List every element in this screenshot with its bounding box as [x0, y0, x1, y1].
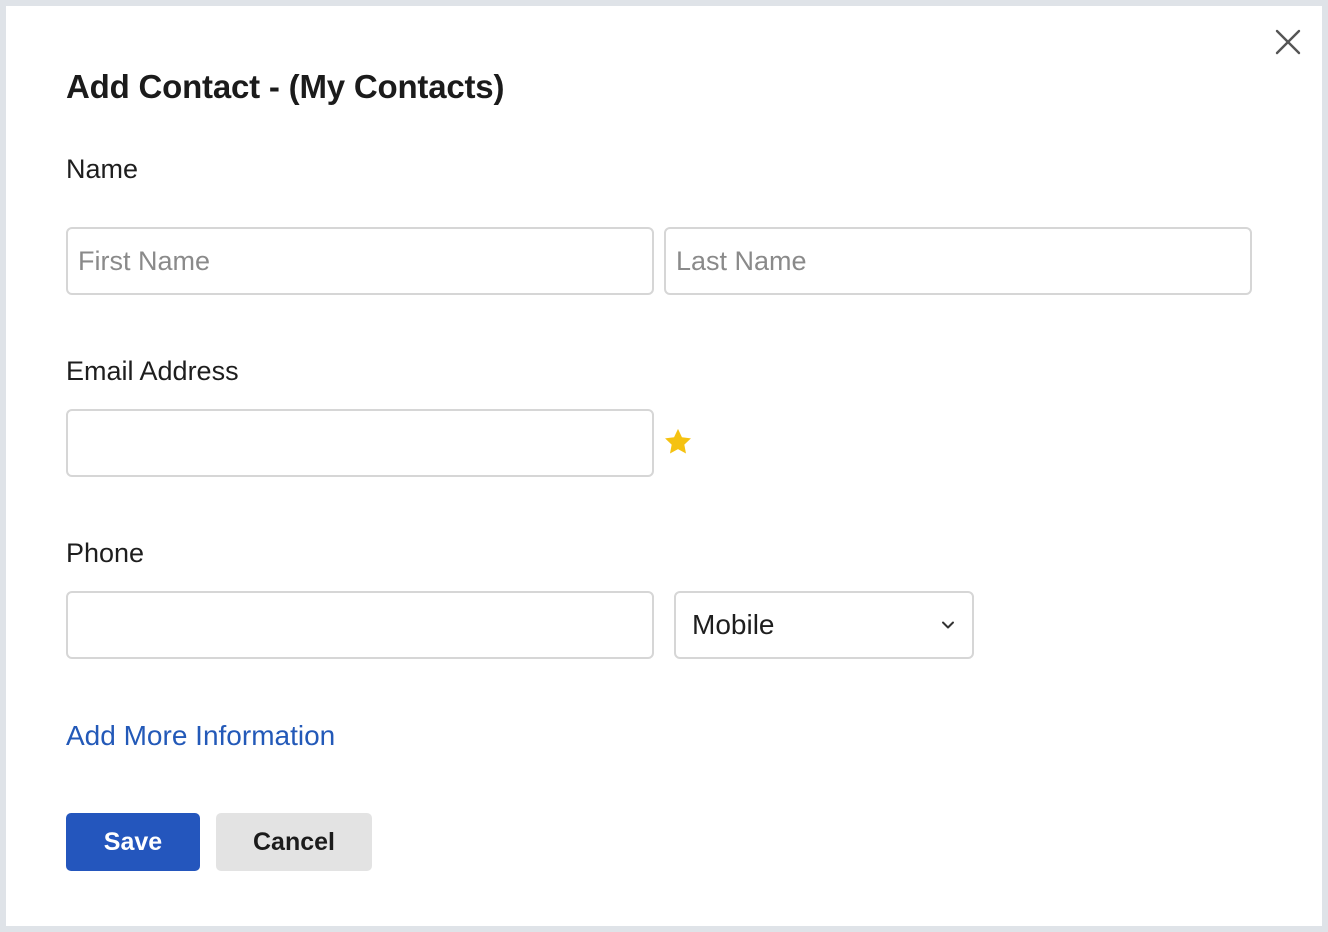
dialog-title: Add Contact - (My Contacts) [66, 68, 505, 105]
close-icon [1275, 29, 1301, 55]
cancel-button[interactable]: Cancel [216, 813, 372, 871]
add-contact-dialog: Add Contact - (My Contacts) Name Email A… [6, 6, 1322, 926]
name-label: Name [66, 154, 139, 184]
add-more-information-link[interactable]: Add More Information [66, 720, 335, 752]
save-button[interactable]: Save [66, 813, 200, 871]
phone-type-value: Mobile [692, 609, 775, 640]
phone-type-select[interactable]: Mobile [674, 591, 974, 659]
star-icon[interactable] [662, 426, 694, 458]
first-name-input[interactable] [66, 227, 654, 295]
email-label: Email Address [66, 356, 239, 386]
chevron-down-icon [940, 617, 956, 633]
email-input[interactable] [66, 409, 654, 477]
close-button[interactable] [1272, 26, 1304, 58]
phone-label: Phone [66, 538, 145, 568]
last-name-input[interactable] [664, 227, 1252, 295]
phone-input[interactable] [66, 591, 654, 659]
